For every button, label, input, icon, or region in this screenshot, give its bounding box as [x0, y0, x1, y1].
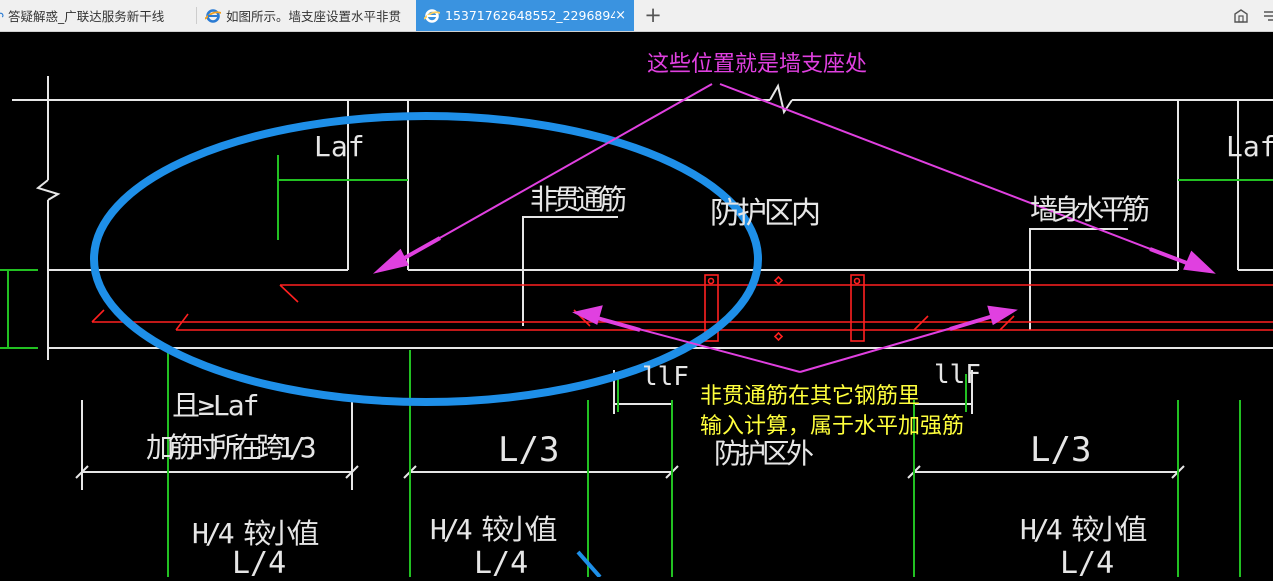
- tab-wall-support[interactable]: 如图所示。墙支座设置水平非贯: [197, 0, 415, 31]
- label-llf-left: llF: [642, 362, 689, 392]
- label-l3-right: L/3: [1030, 430, 1092, 470]
- ie-logo-icon: [0, 12, 4, 18]
- label-ge-laf: 且≥Laf: [172, 389, 259, 422]
- new-tab-button[interactable]: +: [640, 3, 666, 29]
- tab-label: 如图所示。墙支座设置水平非贯: [226, 9, 402, 24]
- tab-faq[interactable]: 答疑解惑_广联达服务新干线: [0, 0, 196, 31]
- label-h4-b: H/4 较小值: [430, 513, 557, 546]
- label-h4-c: H/4 较小值: [1020, 513, 1147, 546]
- label-non-through-bar: 非贯通筋: [530, 183, 627, 216]
- label-l4-c: L/4: [1060, 546, 1115, 581]
- label-l4-b: L/4: [474, 546, 529, 581]
- red-rebars: [91, 274, 1273, 342]
- label-laf-left: Laf: [314, 130, 365, 163]
- cad-drawing-canvas: Laf Laf 非贯通筋 防护区内 墙身水平筋 llF llF 且≥Laf 加筋…: [0, 32, 1273, 581]
- label-l3-left: L/3: [498, 430, 560, 470]
- label-laf-right: Laf: [1226, 130, 1273, 163]
- annotation-note-line1: 非贯通筋在其它钢筋里: [700, 384, 921, 409]
- label-span-third: 加筋时所在跨1/3: [146, 431, 317, 464]
- close-tab-icon[interactable]: ×: [615, 8, 626, 23]
- cad-linework: [0, 76, 1273, 577]
- label-wall-horizontal-bar: 墙身水平筋: [1030, 193, 1150, 226]
- favorites-icon[interactable]: [1231, 6, 1251, 26]
- tab-label: 答疑解惑_广联达服务新干线: [8, 9, 165, 24]
- highlight-ellipse: [90, 112, 762, 406]
- tab-image-active[interactable]: 15371762648552_22968949. ×: [416, 0, 634, 31]
- label-l4-a: L/4: [232, 546, 287, 581]
- annotation-wall-support: 这些位置就是墙支座处: [647, 52, 868, 77]
- label-protection-zone-in: 防护区内: [710, 196, 821, 231]
- label-llf-right: llF: [934, 360, 981, 390]
- ie-logo-icon: [424, 8, 440, 23]
- browser-tab-bar: 答疑解惑_广联达服务新干线 如图所示。墙支座设置水平非贯 15371762648…: [0, 0, 1273, 32]
- ie-logo-icon: [205, 8, 221, 23]
- callout-arrow-heads: [372, 236, 1216, 332]
- menu-icon[interactable]: [1261, 6, 1273, 26]
- tab-label: 15371762648552_22968949.: [445, 8, 616, 23]
- annotation-note-line2: 输入计算，属于水平加强筋: [700, 414, 965, 439]
